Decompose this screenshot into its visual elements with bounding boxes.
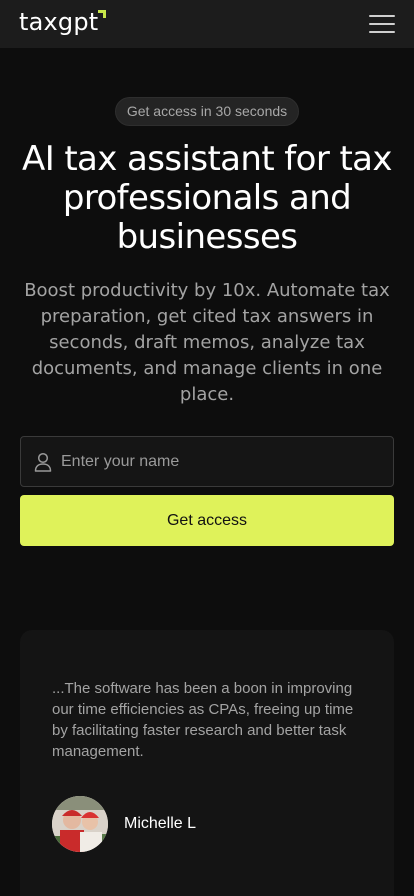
testimonial-card: ...The software has been a boon in impro… (20, 630, 394, 896)
avatar (52, 796, 108, 852)
get-access-button[interactable]: Get access (20, 495, 394, 546)
testimonial-author: Michelle L (124, 815, 197, 832)
taxgpt-logo[interactable]: taxgpt (19, 7, 98, 37)
logo-accent-icon (98, 10, 106, 18)
avatar-photo-icon (52, 796, 108, 852)
hero-subtitle: Boost productivity by 10x. Automate tax … (24, 280, 390, 405)
name-field[interactable] (20, 436, 394, 487)
logo-text: taxgpt (19, 8, 99, 36)
hamburger-menu-icon[interactable] (369, 13, 395, 35)
name-input[interactable] (61, 437, 381, 486)
user-icon (34, 452, 52, 472)
hero-title: AI tax assistant for tax professionals a… (22, 139, 393, 257)
testimonial-quote: ...The software has been a boon in impro… (52, 680, 354, 760)
top-navigation-bar: taxgpt (0, 0, 414, 48)
access-time-badge: Get access in 30 seconds (115, 97, 299, 126)
